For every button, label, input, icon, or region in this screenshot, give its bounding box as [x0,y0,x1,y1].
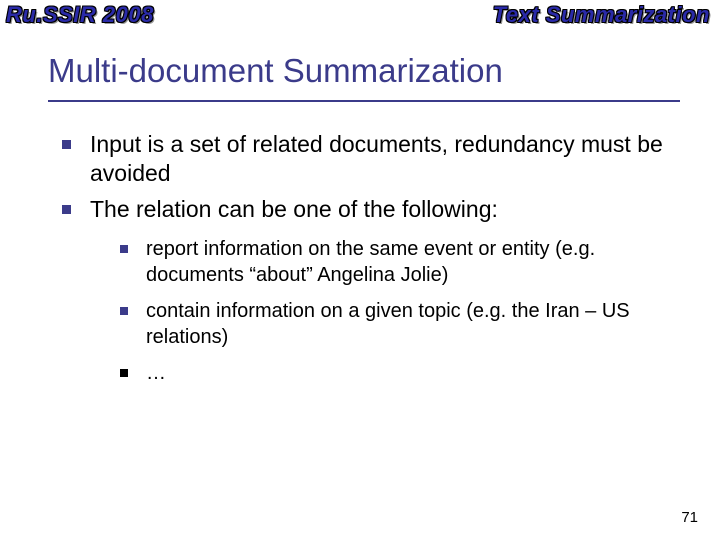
sub-bullet-item: … [120,360,680,386]
bullet-text: The relation can be one of the following… [90,196,498,222]
header-left-text: Ru.SSIR 2008 [6,2,154,28]
bullet-item: The relation can be one of the following… [62,195,680,386]
header-right-text: Text Summarization [493,2,710,28]
bullet-item: Input is a set of related documents, red… [62,130,680,189]
sub-bullet-item: contain information on a given topic (e.… [120,298,680,350]
slide-body: Input is a set of related documents, red… [62,130,680,386]
slide-header: Ru.SSIR 2008 Text Summarization [0,0,720,30]
sub-bullet-text: contain information on a given topic (e.… [146,300,630,348]
title-container: Multi-document Summarization [48,52,680,102]
bullet-list-level1: Input is a set of related documents, red… [62,130,680,386]
sub-bullet-item: report information on the same event or … [120,236,680,288]
sub-bullet-text: report information on the same event or … [146,238,595,286]
bullet-text: Input is a set of related documents, red… [90,131,663,186]
slide-title: Multi-document Summarization [48,52,680,102]
sub-bullet-text: … [146,362,166,384]
page-number: 71 [681,509,698,526]
bullet-list-level2: report information on the same event or … [120,236,680,386]
